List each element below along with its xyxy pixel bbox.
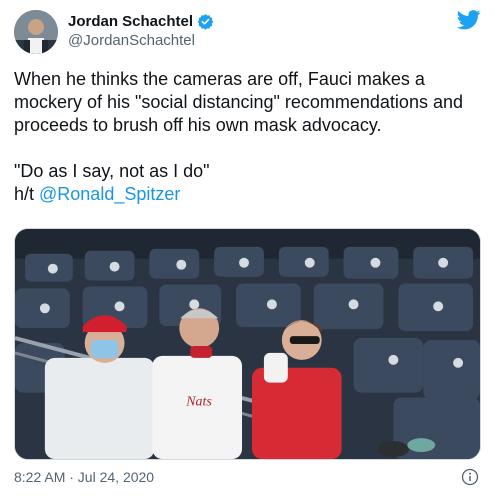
tweet-paragraph-3: h/t @Ronald_Spitzer xyxy=(14,183,479,206)
tweet-text: When he thinks the cameras are off, Fauc… xyxy=(14,68,479,206)
info-icon[interactable] xyxy=(461,468,479,486)
author-block: Jordan Schachtel @JordanSchachtel xyxy=(68,13,214,49)
twitter-bird-icon[interactable] xyxy=(456,10,481,30)
tweet-timestamp[interactable]: 8:22 AM · Jul 24, 2020 xyxy=(14,469,154,485)
tweet-paragraph-1: When he thinks the cameras are off, Fauc… xyxy=(14,69,463,135)
hat-tip-prefix: h/t xyxy=(14,184,40,204)
tweet-card: Jordan Schachtel @JordanSchachtel When h… xyxy=(0,0,495,495)
verified-badge-icon xyxy=(197,13,214,30)
tweet-spacer xyxy=(14,137,479,160)
author-handle[interactable]: @JordanSchachtel xyxy=(68,32,214,49)
mention-link[interactable]: @Ronald_Spitzer xyxy=(39,184,180,204)
tweet-paragraph-2: "Do as I say, not as I do" xyxy=(14,161,210,181)
tweet-photo[interactable]: Nats xyxy=(14,228,481,460)
avatar[interactable] xyxy=(14,10,58,54)
author-display-name[interactable]: Jordan Schachtel xyxy=(68,13,193,30)
svg-text:Nats: Nats xyxy=(185,394,212,409)
